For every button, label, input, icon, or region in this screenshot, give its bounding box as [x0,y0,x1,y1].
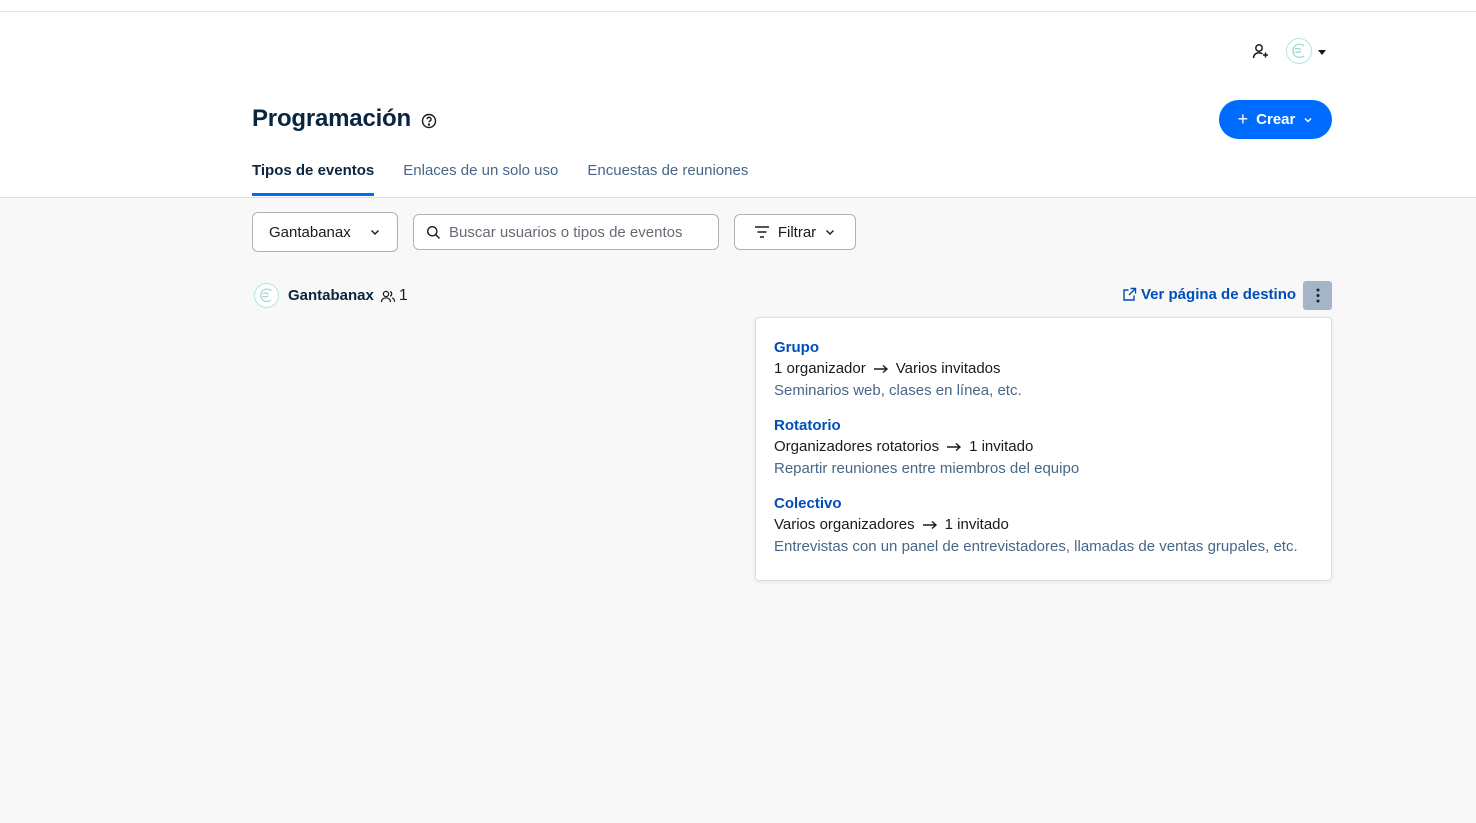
landing-page-label: Ver página de destino [1141,286,1297,303]
tab-bar: Tipos de eventos Enlaces de un solo uso … [252,160,748,198]
member-count-value: 1 [398,286,408,304]
landing-page-link[interactable]: Ver página de destino [1122,286,1296,303]
avatar [1286,38,1312,64]
option-to: Varios invitados [895,360,1001,377]
filter-row: Gantabanax Filtrar [252,212,856,252]
menu-option-collective[interactable]: Colectivo Varios organizadores 1 invitad… [774,494,1313,558]
menu-option-round-robin[interactable]: Rotatorio Organizadores rotatorios 1 inv… [774,416,1313,480]
option-to: 1 invitado [944,516,1009,533]
chevron-down-icon [371,230,379,235]
user-select[interactable]: Gantabanax [252,212,398,252]
option-from: Varios organizadores [774,516,915,533]
user-select-value: Gantabanax [269,223,351,241]
arrow-right-icon [922,520,938,530]
filter-button-label: Filtrar [777,223,817,241]
chevron-down-icon [826,230,835,235]
plus-icon: + [1237,109,1249,129]
create-button-label: Crear [1256,111,1296,128]
user-header: Gantabanax 1 [254,283,408,308]
invite-user-button[interactable] [1248,38,1274,64]
option-description: Entrevistas con un panel de entrevistado… [774,538,1298,555]
main-content: Gantabanax Filtrar Gantabanax [0,198,1476,823]
avatar-icon [260,288,272,303]
option-title: Colectivo [774,495,842,512]
add-user-icon [1252,44,1268,59]
arrow-right-icon [873,364,889,374]
option-description: Repartir reuniones entre miembros del eq… [774,460,1080,477]
account-actions [1248,38,1326,64]
avatar [254,283,279,308]
option-flow: Organizadores rotatorios 1 invitado [774,436,1313,458]
option-description: Seminarios web, clases en línea, etc. [774,382,1022,399]
filter-button[interactable]: Filtrar [734,214,856,250]
team-members-icon [380,290,396,302]
help-button[interactable] [421,113,437,129]
help-icon [421,113,437,128]
option-from: 1 organizador [774,360,866,377]
create-button[interactable]: + Crear [1219,100,1332,139]
event-type-menu: Grupo 1 organizador Varios invitados Sem… [755,317,1332,581]
menu-option-group[interactable]: Grupo 1 organizador Varios invitados Sem… [774,338,1313,402]
more-options-button[interactable] [1303,281,1332,310]
title-row: Programación [252,105,437,133]
tab-meeting-polls[interactable]: Encuestas de reuniones [587,160,748,198]
option-to: 1 invitado [969,438,1034,455]
filter-icon [754,226,769,238]
external-link-icon [1123,287,1137,301]
account-menu-button[interactable] [1286,38,1326,64]
option-flow: 1 organizador Varios invitados [774,358,1313,380]
kebab-menu-icon [1316,288,1319,303]
avatar-icon [1292,43,1305,58]
arrow-right-icon [946,442,962,452]
tab-event-types[interactable]: Tipos de eventos [252,160,375,198]
page-title: Programación [252,105,411,132]
option-from: Organizadores rotatorios [774,438,940,455]
chevron-down-icon [1304,117,1312,123]
option-title: Rotatorio [774,417,841,434]
page-header: Programación + Crear Tipos de eventos En… [0,12,1476,198]
search-input[interactable] [449,223,699,241]
option-title: Grupo [774,339,819,356]
search-icon [427,225,440,239]
caret-down-icon [1318,49,1326,55]
option-flow: Varios organizadores 1 invitado [774,514,1313,536]
user-name: Gantabanax [288,287,374,304]
search-field [413,214,719,250]
member-count: 1 [380,287,408,305]
tab-single-use-links[interactable]: Enlaces de un solo uso [403,160,558,198]
